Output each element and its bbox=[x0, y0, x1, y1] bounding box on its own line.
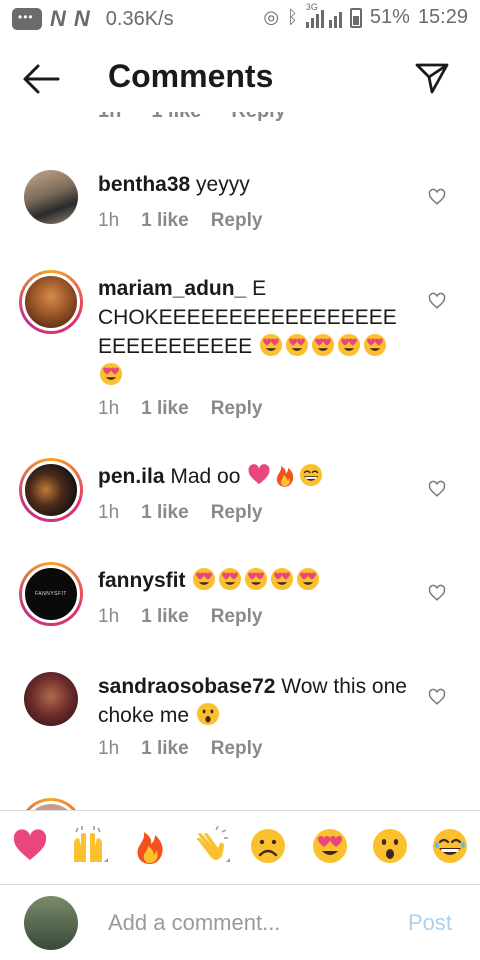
comment-likes[interactable]: 1 like bbox=[141, 210, 189, 232]
avatar[interactable] bbox=[19, 798, 83, 810]
bluetooth-icon: ᛒ bbox=[287, 7, 298, 27]
heart-eyes-icon bbox=[98, 361, 124, 387]
comment-likes[interactable]: 1 like bbox=[141, 738, 189, 760]
comment-likes[interactable]: 1 like bbox=[151, 112, 201, 123]
like-heart-icon[interactable] bbox=[428, 688, 446, 706]
heart-emoji-button[interactable] bbox=[10, 826, 50, 866]
top-bar: Comments bbox=[0, 44, 480, 116]
reply-button[interactable]: Reply bbox=[211, 398, 263, 420]
comment-time: 1h bbox=[98, 738, 120, 759]
fire-icon bbox=[272, 462, 298, 488]
heart-eyes-emoji-button[interactable] bbox=[310, 826, 350, 866]
post-button[interactable]: Post bbox=[408, 910, 452, 936]
laugh-emoji-button[interactable] bbox=[430, 826, 470, 866]
heart-eyes-icon bbox=[336, 332, 362, 358]
comment-input[interactable] bbox=[108, 910, 388, 936]
notification-badge-icon bbox=[12, 8, 42, 30]
comment-likes[interactable]: 1 like bbox=[141, 606, 189, 628]
send-icon[interactable] bbox=[414, 60, 450, 96]
avatar bbox=[24, 896, 78, 950]
clapping-hands-emoji-button[interactable] bbox=[190, 826, 230, 866]
comment-time: 1h bbox=[98, 398, 120, 419]
comment-body: mariam_adun_ E CHOKEEEEEEEEEEEEEEEEEEEEE… bbox=[98, 274, 408, 390]
avatar[interactable] bbox=[24, 170, 78, 224]
partial-comment-meta: 1h 1 like Reply bbox=[98, 112, 286, 123]
comment-username[interactable]: mariam_adun_ bbox=[98, 277, 246, 300]
avatar-logo-text: FANNYSFIT bbox=[34, 591, 67, 597]
sad-emoji-button[interactable] bbox=[248, 826, 288, 866]
network-speed: 0.36K/s bbox=[105, 7, 174, 30]
surprised-emoji-button[interactable] bbox=[370, 826, 410, 866]
like-heart-icon[interactable] bbox=[428, 292, 446, 310]
like-heart-icon[interactable] bbox=[428, 188, 446, 206]
avatar[interactable]: FANNYSFIT bbox=[19, 562, 83, 626]
comment-body: sandraosobase72 Wow this one choke me bbox=[98, 672, 408, 730]
comments-list[interactable]: 1h 1 like Reply bentha38 yeyyy 1h 1 like… bbox=[0, 112, 480, 810]
battery-percent: 51% bbox=[369, 6, 410, 28]
comment-meta: 1h 1 like Reply bbox=[98, 398, 262, 420]
heart-eyes-icon bbox=[243, 566, 269, 592]
comment-text: yeyyy bbox=[196, 173, 250, 196]
comment-meta: 1h 1 like Reply bbox=[98, 606, 262, 628]
comment-body: pen.ila Mad oo bbox=[98, 462, 408, 491]
like-heart-icon[interactable] bbox=[428, 480, 446, 498]
raised-hands-emoji-button[interactable] bbox=[68, 826, 108, 866]
comment-composer: Post bbox=[0, 886, 480, 960]
heart-eyes-icon bbox=[362, 332, 388, 358]
comment-username[interactable]: sandraosobase72 bbox=[98, 675, 275, 698]
status-bar: N N 0.36K/s ◎ ᛒ 3G 51% 15:29 bbox=[0, 0, 480, 38]
comment-time: 1h bbox=[98, 112, 121, 123]
reply-button[interactable]: Reply bbox=[211, 738, 263, 760]
fire-emoji-button[interactable] bbox=[130, 826, 170, 866]
heart-eyes-icon bbox=[310, 332, 336, 358]
n-icon: N bbox=[50, 6, 66, 31]
comment-time: 1h bbox=[98, 502, 120, 523]
reply-button[interactable]: Reply bbox=[211, 210, 263, 232]
reply-button[interactable]: Reply bbox=[211, 502, 263, 524]
avatar[interactable] bbox=[24, 672, 78, 726]
comment-time: 1h bbox=[98, 606, 120, 627]
signal-icon: 3G bbox=[305, 2, 342, 28]
comment-meta: 1h 1 like Reply bbox=[98, 502, 262, 524]
comment-likes[interactable]: 1 like bbox=[141, 398, 189, 420]
avatar[interactable] bbox=[19, 458, 83, 522]
heart-eyes-icon bbox=[217, 566, 243, 592]
hotspot-icon: ◎ bbox=[263, 7, 280, 27]
reply-button[interactable]: Reply bbox=[211, 606, 263, 628]
quick-emoji-bar bbox=[0, 812, 480, 884]
comment-username[interactable]: bentha38 bbox=[98, 173, 190, 196]
comment-username[interactable]: pen.ila bbox=[98, 465, 165, 488]
heart-icon bbox=[246, 462, 272, 488]
comment-username[interactable]: fannysfit bbox=[98, 569, 186, 592]
surprised-icon bbox=[195, 701, 221, 727]
comment-meta: 1h 1 like Reply bbox=[98, 210, 262, 232]
comment-meta: 1h 1 like Reply bbox=[98, 738, 262, 760]
heart-eyes-icon bbox=[191, 566, 217, 592]
divider bbox=[0, 884, 480, 885]
comment-body: fannysfit bbox=[98, 566, 408, 595]
comment-likes[interactable]: 1 like bbox=[141, 502, 189, 524]
laugh-icon bbox=[298, 462, 324, 488]
like-heart-icon[interactable] bbox=[428, 584, 446, 602]
n-icon: N bbox=[73, 6, 90, 31]
comment-text: Mad oo bbox=[170, 465, 241, 488]
heart-eyes-icon bbox=[284, 332, 310, 358]
page-title: Comments bbox=[108, 58, 274, 94]
heart-eyes-icon bbox=[269, 566, 295, 592]
divider bbox=[0, 810, 480, 811]
battery-icon bbox=[349, 7, 362, 28]
network-type: 3G bbox=[305, 1, 318, 12]
comment-body: bentha38 yeyyy bbox=[98, 170, 408, 199]
comment-time: 1h bbox=[98, 210, 120, 231]
avatar[interactable] bbox=[19, 270, 83, 334]
heart-eyes-icon bbox=[258, 332, 284, 358]
arrow-left-icon[interactable] bbox=[22, 62, 60, 96]
clock: 15:29 bbox=[417, 6, 468, 28]
reply-button[interactable]: Reply bbox=[231, 112, 285, 123]
heart-eyes-icon bbox=[295, 566, 321, 592]
